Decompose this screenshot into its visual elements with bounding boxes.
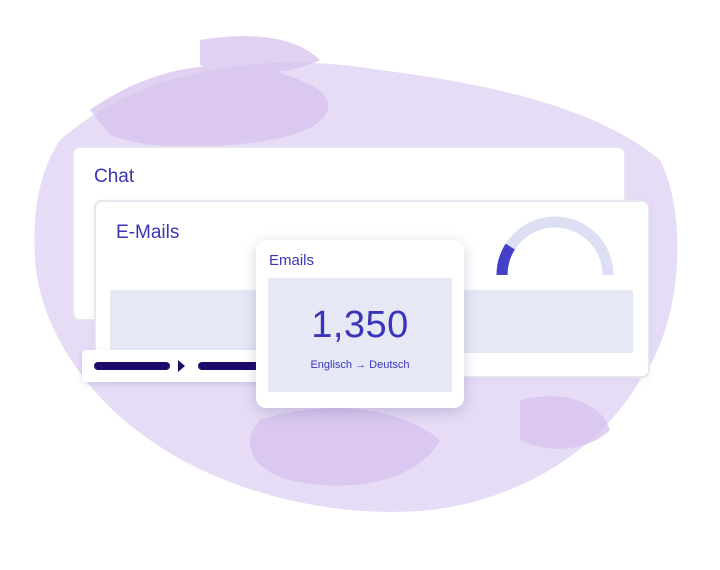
translation-flow-strip bbox=[82, 350, 272, 382]
gauge-fill bbox=[496, 243, 516, 276]
emails-card-title: E-Mails bbox=[116, 222, 180, 243]
email-count-value: 1,350 bbox=[311, 304, 409, 346]
language-pair-caption: Englisch → Deutsch bbox=[310, 359, 410, 371]
flow-source-bar bbox=[94, 362, 170, 370]
metric-panel: 1,350 Englisch → Deutsch bbox=[268, 278, 452, 392]
gauge-track bbox=[496, 216, 614, 276]
progress-gauge bbox=[496, 216, 614, 276]
popup-title: Emails bbox=[269, 252, 315, 269]
arrow-right-icon bbox=[178, 360, 185, 372]
emails-metric-popup: Emails 1,350 Englisch → Deutsch bbox=[256, 240, 464, 408]
chat-card-title: Chat bbox=[94, 166, 135, 187]
